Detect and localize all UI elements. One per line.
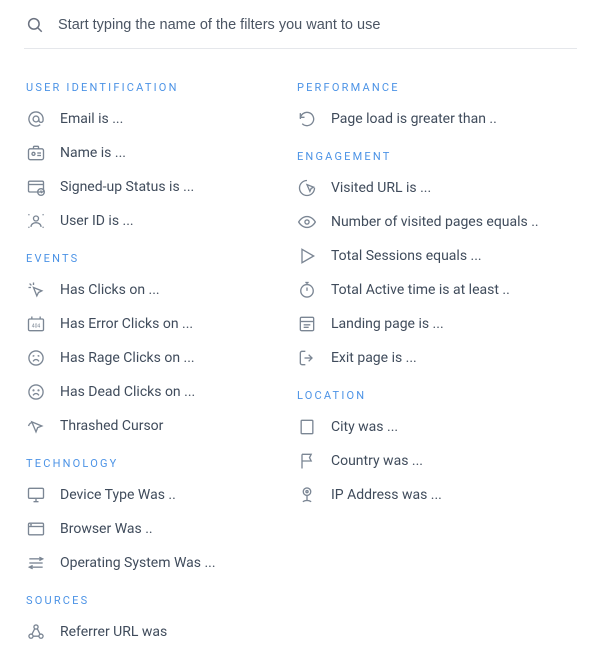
filter-referrer[interactable]: Referrer URL was — [24, 615, 295, 649]
filter-label: Number of visited pages equals .. — [331, 214, 539, 230]
search-icon — [26, 16, 44, 34]
section-location: LOCATION — [297, 389, 577, 402]
section-events: EVENTS — [26, 252, 295, 265]
filter-dead-clicks[interactable]: Has Dead Clicks on ... — [24, 375, 295, 409]
filter-rage-clicks[interactable]: Has Rage Clicks on ... — [24, 341, 295, 375]
filter-label: City was ... — [331, 419, 398, 435]
section-user-identification: USER IDENTIFICATION — [26, 81, 295, 94]
dead-click-icon — [26, 382, 46, 402]
monitor-icon — [26, 485, 46, 505]
filter-label: Has Clicks on ... — [60, 282, 160, 298]
filter-os[interactable]: Operating System Was ... — [24, 546, 295, 580]
filter-label: Total Sessions equals ... — [331, 248, 482, 264]
filter-label: Browser Was .. — [60, 521, 153, 537]
section-performance: PERFORMANCE — [297, 81, 577, 94]
thrashed-cursor-icon — [26, 416, 46, 436]
search-input[interactable] — [58, 17, 575, 33]
eye-icon — [297, 212, 317, 232]
filter-label: Thrashed Cursor — [60, 418, 163, 434]
user-id-icon — [26, 211, 46, 231]
filter-landing-page[interactable]: Landing page is ... — [295, 307, 577, 341]
browser-icon — [26, 519, 46, 539]
stopwatch-icon — [297, 280, 317, 300]
flag-icon — [297, 451, 317, 471]
filter-active-time[interactable]: Total Active time is at least .. — [295, 273, 577, 307]
filter-label: Device Type Was .. — [60, 487, 176, 503]
filter-city[interactable]: City was ... — [295, 410, 577, 444]
filter-email[interactable]: Email is ... — [24, 102, 295, 136]
name-badge-icon — [26, 143, 46, 163]
filter-label: Operating System Was ... — [60, 555, 216, 571]
landing-page-icon — [297, 314, 317, 334]
filter-country[interactable]: Country was ... — [295, 444, 577, 478]
filter-label: IP Address was ... — [331, 487, 442, 503]
filter-label: Referrer URL was — [60, 624, 167, 640]
filter-thrashed-cursor[interactable]: Thrashed Cursor — [24, 409, 295, 443]
filter-label: User ID is ... — [60, 213, 134, 229]
section-technology: TECHNOLOGY — [26, 457, 295, 470]
filter-label: Email is ... — [60, 111, 123, 127]
filter-label: Visited URL is ... — [331, 180, 431, 196]
filter-device-type[interactable]: Device Type Was .. — [24, 478, 295, 512]
filter-label: Landing page is ... — [331, 316, 444, 332]
error-click-icon: 404 — [26, 314, 46, 334]
filter-visited-pages[interactable]: Number of visited pages equals .. — [295, 205, 577, 239]
click-cursor-icon — [297, 178, 317, 198]
svg-text:404: 404 — [32, 323, 41, 329]
referrer-icon — [26, 622, 46, 642]
filter-total-sessions[interactable]: Total Sessions equals ... — [295, 239, 577, 273]
filter-ip-address[interactable]: IP Address was ... — [295, 478, 577, 512]
signup-status-icon — [26, 177, 46, 197]
building-icon — [297, 417, 317, 437]
click-icon — [26, 280, 46, 300]
ip-pin-icon — [297, 485, 317, 505]
filter-name[interactable]: Name is ... — [24, 136, 295, 170]
search-bar[interactable] — [24, 12, 577, 49]
reload-icon — [297, 109, 317, 129]
at-icon — [26, 109, 46, 129]
filter-label: Has Rage Clicks on ... — [60, 350, 195, 366]
filter-label: Page load is greater than .. — [331, 111, 497, 127]
filter-user-id[interactable]: User ID is ... — [24, 204, 295, 238]
exit-icon — [297, 348, 317, 368]
section-engagement: ENGAGEMENT — [297, 150, 577, 163]
rage-icon — [26, 348, 46, 368]
filter-label: Exit page is ... — [331, 350, 417, 366]
filter-label: Country was ... — [331, 453, 423, 469]
os-icon — [26, 553, 46, 573]
filter-label: Name is ... — [60, 145, 126, 161]
play-icon — [297, 246, 317, 266]
section-sources: SOURCES — [26, 594, 295, 607]
filter-clicks[interactable]: Has Clicks on ... — [24, 273, 295, 307]
filter-label: Total Active time is at least .. — [331, 282, 510, 298]
filter-label: Signed-up Status is ... — [60, 179, 194, 195]
filter-visited-url[interactable]: Visited URL is ... — [295, 171, 577, 205]
filter-error-clicks[interactable]: 404 Has Error Clicks on ... — [24, 307, 295, 341]
filter-label: Has Dead Clicks on ... — [60, 384, 195, 400]
filter-browser[interactable]: Browser Was .. — [24, 512, 295, 546]
filter-label: Has Error Clicks on ... — [60, 316, 193, 332]
filter-page-load[interactable]: Page load is greater than .. — [295, 102, 577, 136]
filter-exit-page[interactable]: Exit page is ... — [295, 341, 577, 375]
filter-signup-status[interactable]: Signed-up Status is ... — [24, 170, 295, 204]
